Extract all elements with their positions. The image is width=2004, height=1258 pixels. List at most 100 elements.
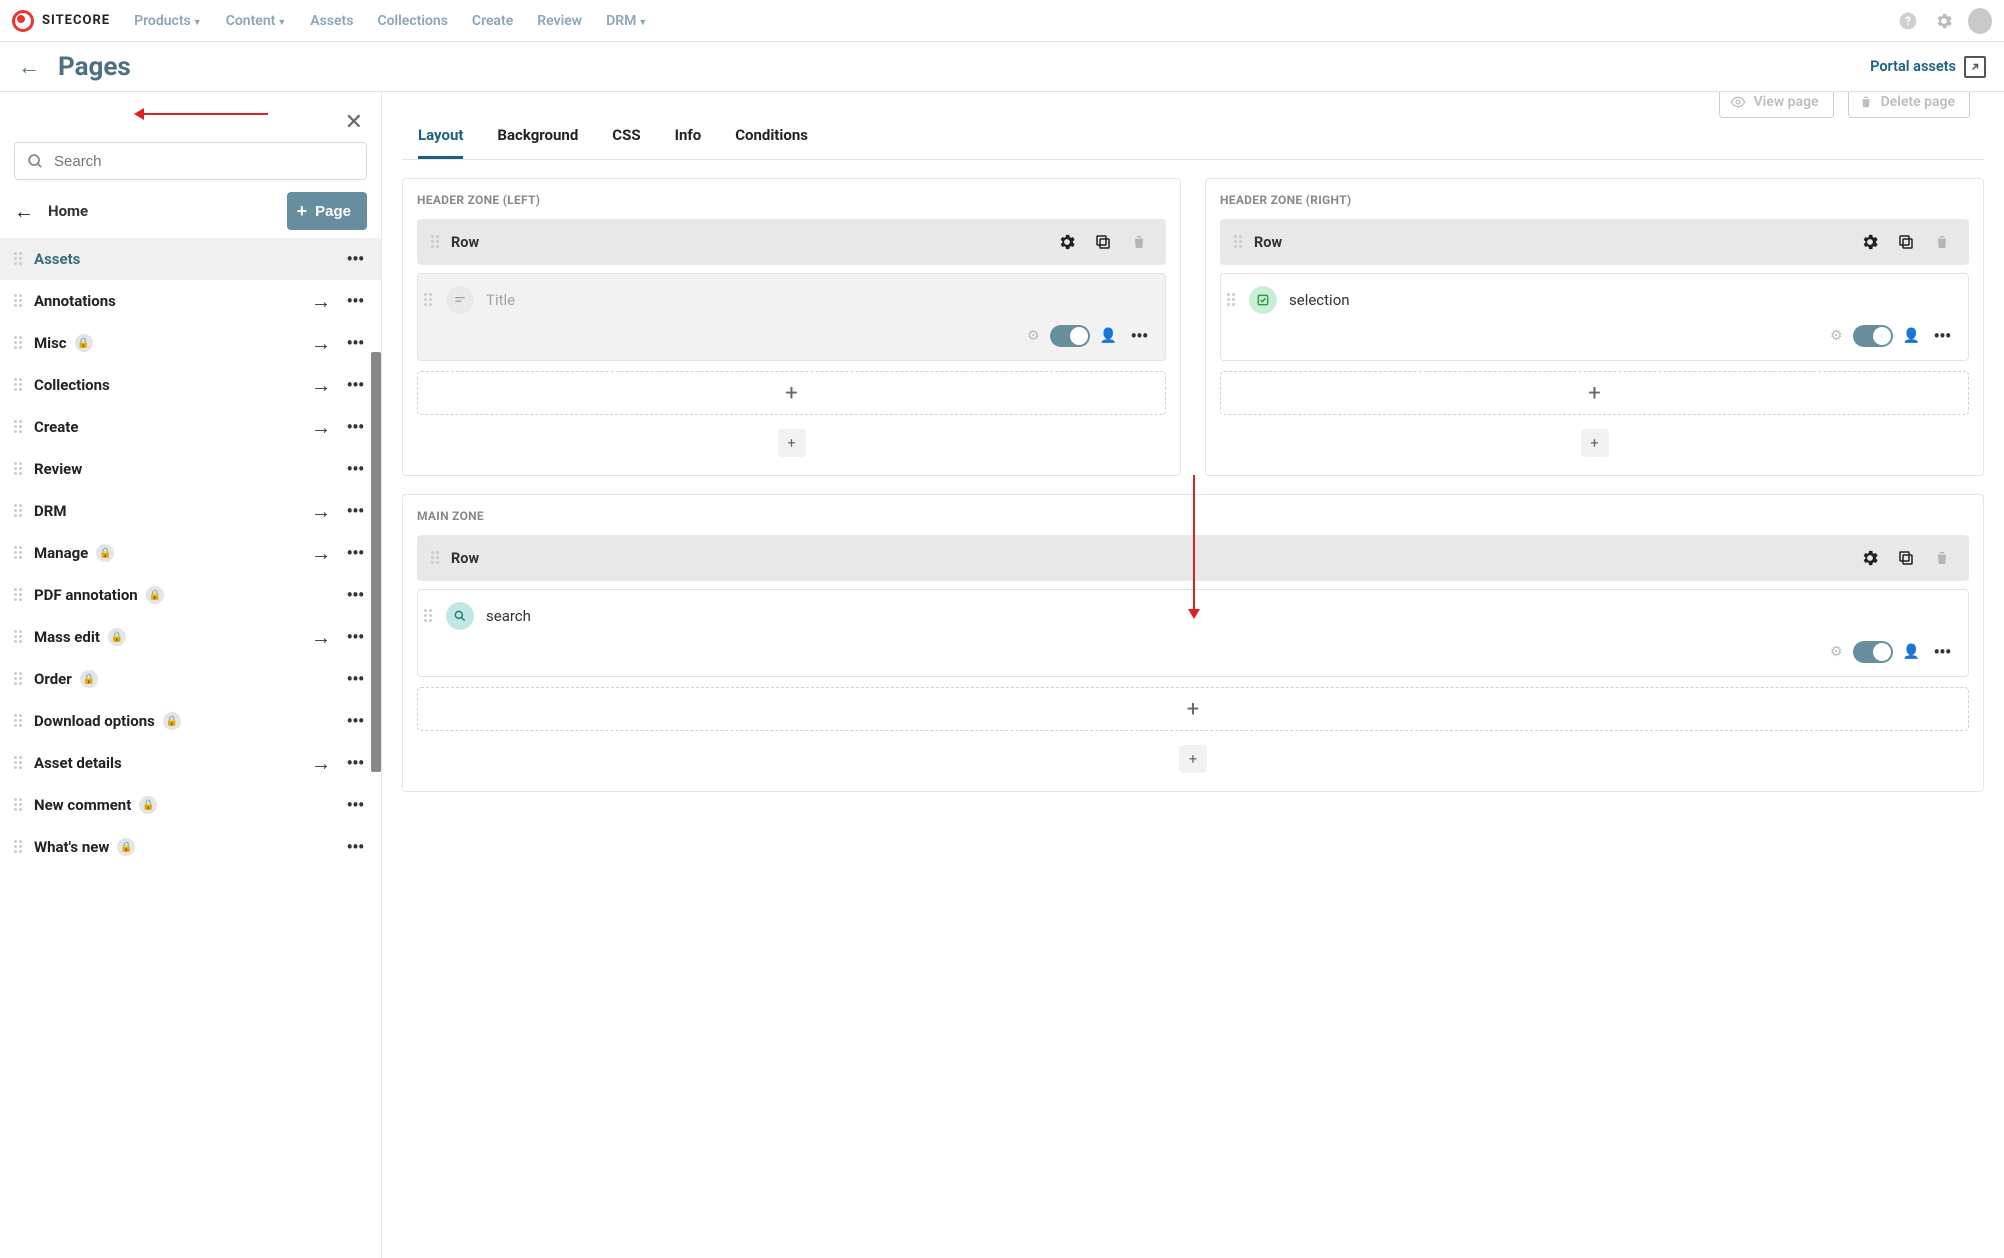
nav-item-assets[interactable]: Assets bbox=[310, 13, 353, 29]
brand-logo[interactable]: SITECORE bbox=[12, 10, 110, 32]
more-icon[interactable]: ••• bbox=[343, 331, 367, 355]
more-icon[interactable]: ••• bbox=[343, 415, 367, 439]
delete-page-button[interactable]: Delete page bbox=[1848, 92, 1970, 118]
drag-handle-icon[interactable] bbox=[14, 294, 24, 308]
sidebar-search[interactable] bbox=[14, 142, 367, 180]
gear-icon[interactable] bbox=[1054, 229, 1080, 255]
trash-icon[interactable] bbox=[1929, 545, 1955, 571]
sidebar-item-manage[interactable]: Manage🔒 → ••• bbox=[0, 532, 381, 574]
more-icon[interactable]: ••• bbox=[343, 751, 367, 775]
scrollbar-thumb[interactable] bbox=[371, 352, 381, 772]
more-icon[interactable]: ••• bbox=[343, 835, 367, 859]
drag-handle-icon[interactable] bbox=[1234, 235, 1244, 249]
row-block[interactable]: Row bbox=[417, 219, 1166, 265]
sidebar-item-new-comment[interactable]: New comment🔒 ••• bbox=[0, 784, 381, 826]
user-icon[interactable]: 👤 bbox=[1100, 328, 1117, 344]
drag-handle-icon[interactable] bbox=[14, 336, 24, 350]
drag-handle-icon[interactable] bbox=[1227, 293, 1237, 307]
component-card-title[interactable]: Title ⚙ 👤 ••• bbox=[417, 273, 1166, 361]
gear-icon[interactable]: ⚙ bbox=[1830, 328, 1843, 344]
gear-icon[interactable]: ⚙ bbox=[1027, 328, 1040, 344]
chevron-right-icon[interactable]: → bbox=[309, 289, 333, 314]
add-page-button[interactable]: + Page bbox=[287, 192, 367, 230]
more-icon[interactable]: ••• bbox=[343, 289, 367, 313]
more-icon[interactable]: ••• bbox=[343, 247, 367, 271]
drag-handle-icon[interactable] bbox=[14, 462, 24, 476]
drag-handle-icon[interactable] bbox=[424, 293, 434, 307]
user-icon[interactable]: 👤 bbox=[1903, 644, 1920, 660]
drag-handle-icon[interactable] bbox=[14, 504, 24, 518]
add-row-button[interactable]: + bbox=[1179, 745, 1207, 773]
more-icon[interactable]: ••• bbox=[1127, 324, 1151, 348]
tab-info[interactable]: Info bbox=[675, 126, 702, 159]
more-icon[interactable]: ••• bbox=[343, 793, 367, 817]
close-icon[interactable]: ✕ bbox=[345, 110, 363, 135]
copy-icon[interactable] bbox=[1090, 229, 1116, 255]
drag-handle-icon[interactable] bbox=[14, 546, 24, 560]
sidebar-item-misc[interactable]: Misc🔒 → ••• bbox=[0, 322, 381, 364]
nav-item-products[interactable]: Products▼ bbox=[134, 13, 202, 29]
user-avatar[interactable] bbox=[1968, 9, 1992, 33]
visibility-toggle[interactable] bbox=[1050, 325, 1090, 347]
visibility-toggle[interactable] bbox=[1853, 641, 1893, 663]
drag-handle-icon[interactable] bbox=[431, 235, 441, 249]
chevron-right-icon[interactable]: → bbox=[309, 751, 333, 776]
chevron-right-icon[interactable]: → bbox=[309, 373, 333, 398]
more-icon[interactable]: ••• bbox=[343, 373, 367, 397]
help-icon[interactable]: ? bbox=[1896, 9, 1920, 33]
nav-item-review[interactable]: Review bbox=[537, 13, 582, 29]
gear-icon[interactable] bbox=[1932, 9, 1956, 33]
more-icon[interactable]: ••• bbox=[343, 667, 367, 691]
drag-handle-icon[interactable] bbox=[14, 420, 24, 434]
row-block[interactable]: Row bbox=[1220, 219, 1969, 265]
component-card-selection[interactable]: selection ⚙ 👤 ••• bbox=[1220, 273, 1969, 361]
more-icon[interactable]: ••• bbox=[343, 499, 367, 523]
drag-handle-icon[interactable] bbox=[431, 551, 441, 565]
chevron-right-icon[interactable]: → bbox=[309, 499, 333, 524]
gear-icon[interactable] bbox=[1857, 229, 1883, 255]
nav-item-content[interactable]: Content▼ bbox=[226, 13, 287, 29]
chevron-right-icon[interactable]: → bbox=[309, 541, 333, 566]
drag-handle-icon[interactable] bbox=[14, 756, 24, 770]
gear-icon[interactable]: ⚙ bbox=[1830, 644, 1843, 660]
tab-layout[interactable]: Layout bbox=[418, 126, 463, 159]
view-page-button[interactable]: View page bbox=[1719, 92, 1834, 118]
sidebar-item-review[interactable]: Review ••• bbox=[0, 448, 381, 490]
copy-icon[interactable] bbox=[1893, 545, 1919, 571]
nav-item-create[interactable]: Create bbox=[472, 13, 513, 29]
drag-handle-icon[interactable] bbox=[14, 378, 24, 392]
more-icon[interactable]: ••• bbox=[343, 625, 367, 649]
add-component-drop[interactable]: + bbox=[417, 371, 1166, 415]
add-component-drop[interactable]: + bbox=[417, 687, 1969, 731]
add-row-button[interactable]: + bbox=[1581, 429, 1609, 457]
drag-handle-icon[interactable] bbox=[424, 609, 434, 623]
chevron-right-icon[interactable]: → bbox=[309, 331, 333, 356]
copy-icon[interactable] bbox=[1893, 229, 1919, 255]
user-icon[interactable]: 👤 bbox=[1903, 328, 1920, 344]
drag-handle-icon[interactable] bbox=[14, 840, 24, 854]
sidebar-item-create[interactable]: Create → ••• bbox=[0, 406, 381, 448]
sidebar-item-asset-details[interactable]: Asset details → ••• bbox=[0, 742, 381, 784]
sidebar-item-assets[interactable]: Assets ••• bbox=[0, 238, 381, 280]
drag-handle-icon[interactable] bbox=[14, 714, 24, 728]
sidebar-search-input[interactable] bbox=[54, 153, 354, 170]
drag-handle-icon[interactable] bbox=[14, 672, 24, 686]
more-icon[interactable]: ••• bbox=[343, 457, 367, 481]
add-row-button[interactable]: + bbox=[778, 429, 806, 457]
tab-css[interactable]: CSS bbox=[612, 126, 640, 159]
sidebar-item-pdf-annotation[interactable]: PDF annotation🔒 ••• bbox=[0, 574, 381, 616]
sidebar-item-mass-edit[interactable]: Mass edit🔒 → ••• bbox=[0, 616, 381, 658]
drag-handle-icon[interactable] bbox=[14, 588, 24, 602]
chevron-right-icon[interactable]: → bbox=[309, 625, 333, 650]
trash-icon[interactable] bbox=[1126, 229, 1152, 255]
home-back-arrow-icon[interactable]: ← bbox=[14, 199, 34, 224]
trash-icon[interactable] bbox=[1929, 229, 1955, 255]
sidebar-item-annotations[interactable]: Annotations → ••• bbox=[0, 280, 381, 322]
drag-handle-icon[interactable] bbox=[14, 630, 24, 644]
nav-item-collections[interactable]: Collections bbox=[377, 13, 447, 29]
more-icon[interactable]: ••• bbox=[343, 583, 367, 607]
tab-background[interactable]: Background bbox=[497, 126, 578, 159]
more-icon[interactable]: ••• bbox=[343, 709, 367, 733]
nav-item-drm[interactable]: DRM▼ bbox=[606, 13, 647, 29]
sidebar-item-drm[interactable]: DRM → ••• bbox=[0, 490, 381, 532]
